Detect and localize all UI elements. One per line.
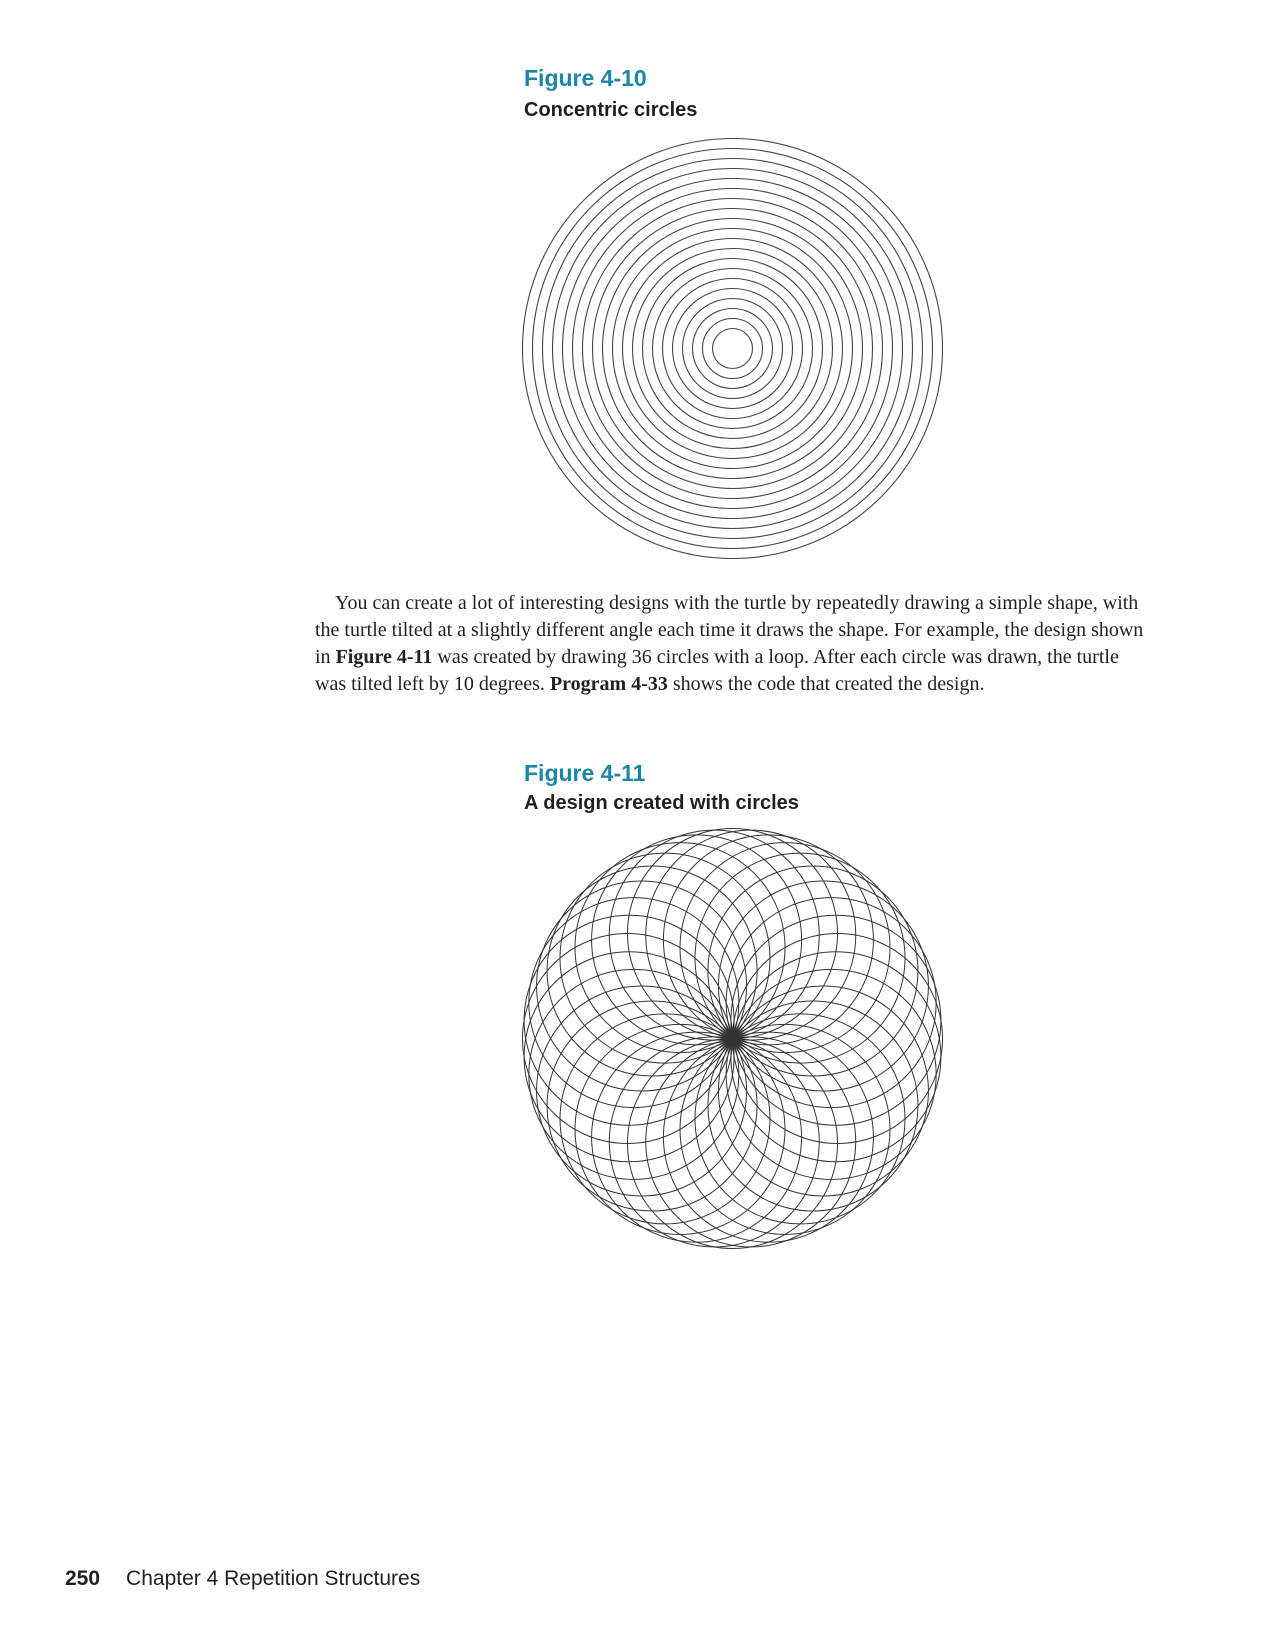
program-4-33-reference: Program 4-33 xyxy=(549,673,668,695)
figure-4-11-caption: A design created with circles xyxy=(524,792,799,814)
body-paragraph: You can create a lot of interesting desi… xyxy=(315,590,1145,698)
figure-4-10-caption: Concentric circles xyxy=(524,99,698,121)
concentric-circles-figure xyxy=(521,137,944,560)
concentric-circle xyxy=(561,177,904,520)
concentric-circle xyxy=(621,237,844,460)
circle-rosette-figure xyxy=(522,828,943,1249)
chapter-title: Chapter 4 Repetition Structures xyxy=(126,1567,421,1590)
book-page: Figure 4-10 Concentric circles You can c… xyxy=(0,0,1275,1632)
concentric-circle xyxy=(611,227,854,470)
concentric-circle xyxy=(571,187,894,510)
concentric-circle xyxy=(521,137,944,560)
concentric-circle xyxy=(711,327,754,370)
concentric-circle xyxy=(551,167,914,530)
concentric-circle xyxy=(581,197,884,500)
concentric-circle xyxy=(541,157,924,540)
concentric-circle xyxy=(701,317,764,380)
figure-4-10-label: Figure 4-10 xyxy=(524,65,647,91)
concentric-circle xyxy=(601,217,864,480)
figure-4-11-label: Figure 4-11 xyxy=(524,760,646,786)
concentric-circle xyxy=(681,297,784,400)
concentric-circle xyxy=(651,267,814,430)
page-number: 250 xyxy=(65,1567,101,1590)
concentric-circle xyxy=(661,277,804,420)
concentric-circle xyxy=(641,257,824,440)
concentric-circle xyxy=(671,287,794,410)
paragraph-text-3: shows the code that created the design. xyxy=(667,673,985,695)
concentric-circle xyxy=(591,207,874,490)
concentric-circle xyxy=(691,307,774,390)
page-footer: 250 Chapter 4 Repetition Structures xyxy=(65,1566,420,1592)
figure-4-11-reference: Figure 4-11 xyxy=(335,646,433,668)
